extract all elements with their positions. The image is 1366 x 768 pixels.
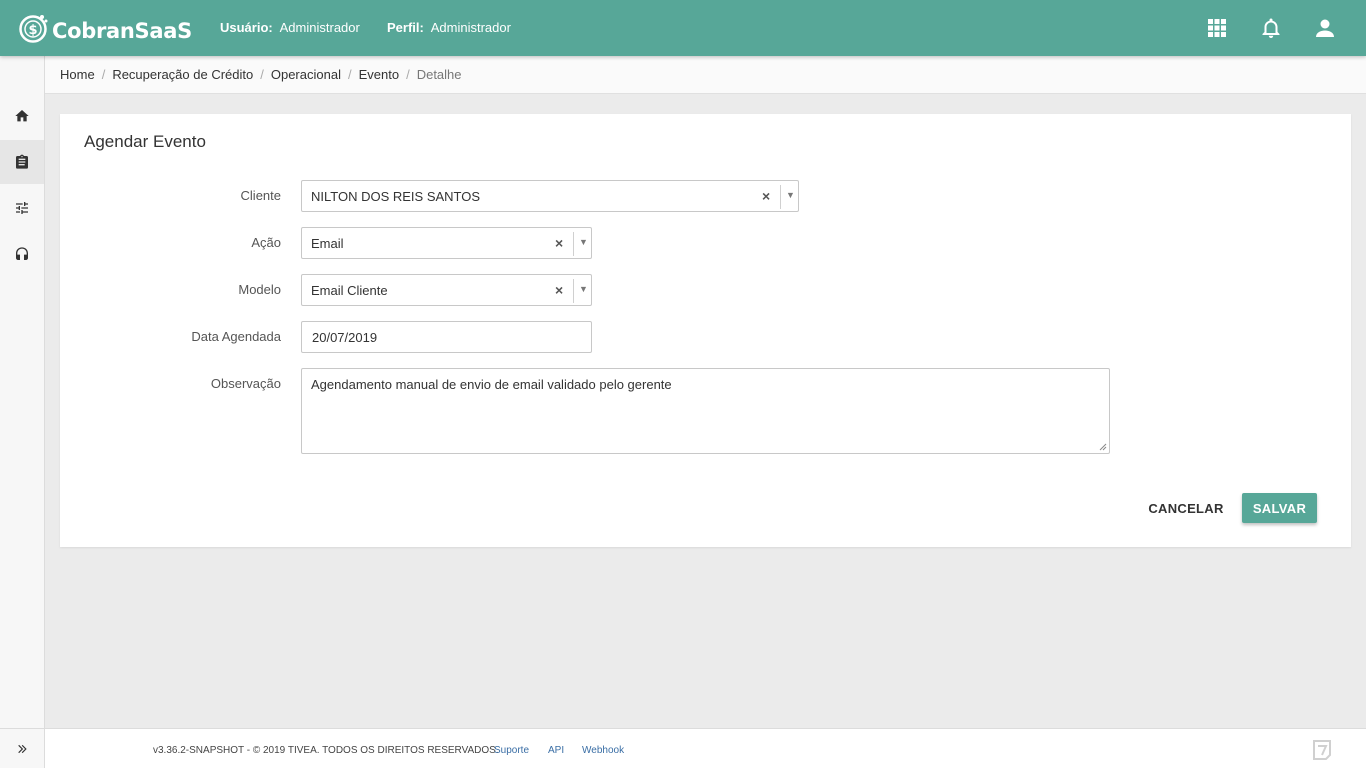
profile-label: Perfil: — [387, 20, 424, 35]
app-name: CobranSaaS — [52, 19, 192, 43]
modelo-dropdown-arrow-icon[interactable]: ▼ — [579, 284, 588, 294]
sidebar-expand-button[interactable] — [0, 728, 44, 768]
footer-link-api[interactable]: API — [548, 745, 564, 756]
cliente-clear-icon[interactable]: × — [762, 188, 770, 204]
schedule-event-card: Agendar Evento Cliente NILTON DOS REIS S… — [60, 114, 1351, 547]
breadcrumb-separator: / — [347, 67, 352, 82]
data-agendada-label: Data Agendada — [191, 329, 281, 344]
observacao-value: Agendamento manual de envio de email val… — [311, 377, 672, 392]
profile-value: Administrador — [430, 20, 511, 35]
modelo-select[interactable]: Email Cliente × ▼ — [301, 274, 592, 306]
select-divider — [780, 185, 781, 209]
select-divider — [573, 232, 574, 256]
modelo-clear-icon[interactable]: × — [555, 282, 563, 298]
user-info: Usuário: Administrador — [220, 20, 360, 35]
clipboard-icon — [16, 154, 28, 169]
sidebar-item-support[interactable] — [0, 232, 44, 276]
breadcrumb: Home / Recuperação de Crédito / Operacio… — [45, 56, 1366, 94]
sidebar-item-settings[interactable] — [0, 186, 44, 230]
resize-grip-icon[interactable] — [1099, 443, 1107, 451]
breadcrumb-separator: / — [101, 67, 106, 82]
cliente-dropdown-arrow-icon[interactable]: ▼ — [786, 190, 795, 200]
acao-label: Ação — [251, 235, 281, 250]
footer-link-webhook[interactable]: Webhook — [582, 745, 624, 756]
observacao-label: Observação — [210, 376, 281, 391]
user-label: Usuário: — [220, 20, 273, 35]
profile-info: Perfil: Administrador — [387, 20, 511, 35]
modelo-value: Email Cliente — [311, 283, 388, 298]
data-agendada-value: 20/07/2019 — [312, 330, 378, 345]
breadcrumb-current: Detalhe — [416, 67, 462, 82]
cliente-label: Cliente — [240, 188, 281, 203]
breadcrumb-event[interactable]: Evento — [359, 67, 399, 82]
sliders-icon — [16, 202, 28, 214]
apps-grid-icon[interactable] — [1205, 16, 1229, 40]
observacao-textarea[interactable]: Agendamento manual de envio de email val… — [301, 368, 1110, 454]
bell-icon[interactable] — [1259, 16, 1283, 40]
user-value: Administrador — [279, 20, 360, 35]
user-icon[interactable] — [1313, 16, 1337, 40]
acao-dropdown-arrow-icon[interactable]: ▼ — [579, 237, 588, 247]
modelo-label: Modelo — [238, 282, 281, 297]
cancel-button[interactable]: CANCELAR — [1146, 493, 1226, 523]
cliente-select[interactable]: NILTON DOS REIS SANTOS × ▼ — [301, 180, 799, 212]
select-divider — [573, 279, 574, 303]
svg-text:$: $ — [28, 23, 37, 38]
data-agendada-input[interactable]: 20/07/2019 — [301, 321, 592, 353]
page-title: Agendar Evento — [84, 132, 206, 151]
breadcrumb-home[interactable]: Home — [60, 67, 95, 82]
vendor-logo-icon — [1313, 740, 1331, 760]
acao-clear-icon[interactable]: × — [555, 235, 563, 251]
footer-link-suporte[interactable]: Suporte — [494, 745, 529, 756]
save-button[interactable]: SALVAR — [1242, 493, 1317, 523]
breadcrumb-credit-recovery[interactable]: Recuperação de Crédito — [112, 67, 253, 82]
breadcrumb-operational[interactable]: Operacional — [271, 67, 341, 82]
sidebar-item-operations[interactable] — [0, 140, 44, 184]
cliente-value: NILTON DOS REIS SANTOS — [311, 189, 481, 204]
logo-coin-icon: $ — [19, 15, 48, 43]
home-icon — [15, 110, 29, 122]
double-chevron-right-icon — [18, 744, 27, 753]
footer: v3.36.2-SNAPSHOT - © 2019 TIVEA. TODOS O… — [45, 728, 1366, 768]
acao-value: Email — [311, 236, 344, 251]
copyright-text: v3.36.2-SNAPSHOT - © 2019 TIVEA. TODOS O… — [153, 745, 499, 756]
breadcrumb-separator: / — [406, 67, 410, 82]
breadcrumb-separator: / — [260, 67, 264, 82]
top-bar: $ CobranSaaS Usuário: Administrador Perf… — [0, 0, 1366, 56]
acao-select[interactable]: Email × ▼ — [301, 227, 592, 259]
app-logo[interactable]: $ CobranSaaS — [18, 10, 192, 46]
sidebar — [0, 56, 45, 768]
sidebar-item-home[interactable] — [0, 94, 44, 138]
headset-icon — [16, 247, 28, 260]
